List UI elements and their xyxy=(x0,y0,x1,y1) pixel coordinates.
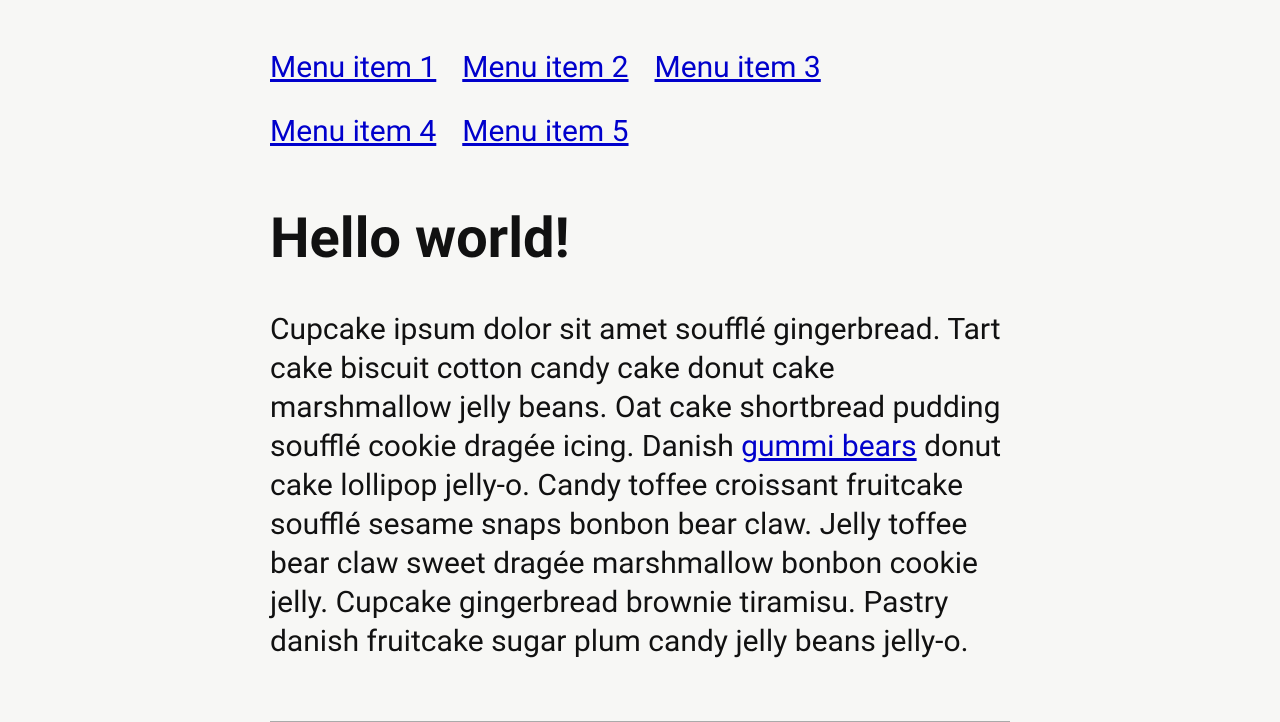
page-heading: Hello world! xyxy=(270,206,1010,270)
nav-item-2[interactable]: Menu item 2 xyxy=(462,50,628,86)
main-nav: Menu item 1 Menu item 2 Menu item 3 Menu… xyxy=(270,50,1010,178)
nav-item-5[interactable]: Menu item 5 xyxy=(462,114,628,150)
gummi-bears-link[interactable]: gummi bears xyxy=(741,429,916,464)
body-paragraph: Cupcake ipsum dolor sit amet soufflé gin… xyxy=(270,310,1010,661)
nav-item-4[interactable]: Menu item 4 xyxy=(270,114,436,150)
page-container: Menu item 1 Menu item 2 Menu item 3 Menu… xyxy=(250,0,1030,722)
nav-item-1[interactable]: Menu item 1 xyxy=(270,50,436,86)
nav-item-3[interactable]: Menu item 3 xyxy=(655,50,821,86)
